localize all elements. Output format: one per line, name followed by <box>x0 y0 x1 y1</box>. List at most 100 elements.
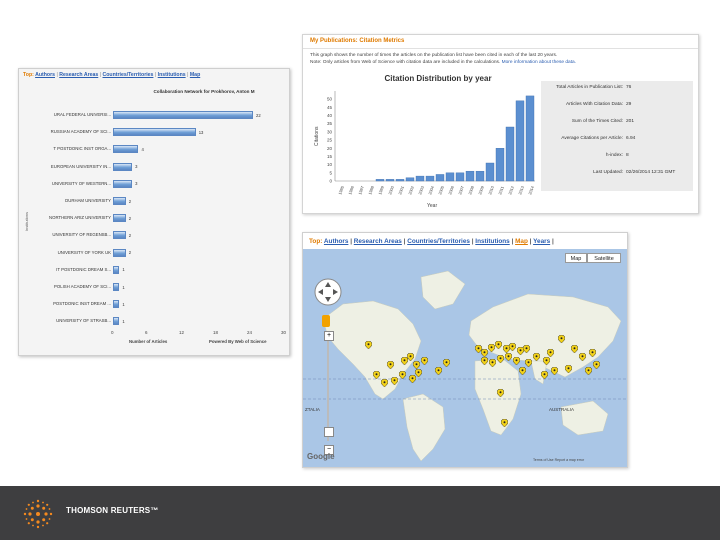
map-marker-pin-icon[interactable] <box>409 375 416 383</box>
map-nav-institutions[interactable]: Institutions <box>475 238 509 245</box>
citation-bar[interactable] <box>385 179 395 182</box>
citation-bar[interactable] <box>515 100 525 182</box>
citation-stat-row: Total Articles in Publication List: 76 <box>541 83 693 95</box>
collab-bar[interactable] <box>113 179 133 188</box>
collab-nav-map[interactable]: Map <box>190 72 200 78</box>
citation-bar[interactable] <box>425 175 435 182</box>
citation-bar[interactable] <box>485 162 495 182</box>
map-marker-pin-icon[interactable] <box>589 349 596 357</box>
collab-bar-value: 1 <box>122 318 125 324</box>
map-marker-pin-icon[interactable] <box>593 361 600 369</box>
map-nav-countries[interactable]: Countries/Territories <box>407 238 470 245</box>
map-marker-pin-icon[interactable] <box>547 349 554 357</box>
map-marker-pin-icon[interactable] <box>407 353 414 361</box>
collab-bar[interactable] <box>113 128 196 137</box>
citation-bar[interactable] <box>445 172 455 182</box>
map-marker-pin-icon[interactable] <box>501 419 508 427</box>
citation-stat-value: 6.94 <box>626 136 636 141</box>
map-marker-pin-icon[interactable] <box>489 359 496 367</box>
collab-bar[interactable] <box>113 283 120 291</box>
citation-more-info-link[interactable]: More information about these data. <box>502 60 576 65</box>
map-marker-pin-icon[interactable] <box>519 367 526 375</box>
map-marker-pin-icon[interactable] <box>488 344 495 352</box>
map-marker-pin-icon[interactable] <box>541 371 548 379</box>
zoom-slider-handle[interactable] <box>324 427 334 437</box>
map-marker-pin-icon[interactable] <box>481 349 488 357</box>
map-marker-pin-icon[interactable] <box>565 365 572 373</box>
map-marker-pin-icon[interactable] <box>399 371 406 379</box>
map-marker-pin-icon[interactable] <box>413 361 420 369</box>
citation-chart-title: Citation Distribution by year <box>384 74 492 83</box>
thomson-reuters-logo-icon <box>23 499 53 529</box>
collab-nav-authors[interactable]: Authors <box>35 72 55 78</box>
map-marker-pin-icon[interactable] <box>373 371 380 379</box>
citation-bar[interactable] <box>465 170 475 182</box>
citation-bar[interactable] <box>495 148 505 182</box>
street-view-pegman-icon[interactable] <box>322 315 330 327</box>
map-marker-pin-icon[interactable] <box>579 353 586 361</box>
map-marker-pin-icon[interactable] <box>415 369 422 377</box>
map-marker-pin-icon[interactable] <box>533 353 540 361</box>
map-marker-pin-icon[interactable] <box>558 335 565 343</box>
zoom-slider-track[interactable] <box>327 341 329 441</box>
map-attribution[interactable]: Terms of Use Report a map error <box>533 458 584 462</box>
map-marker-pin-icon[interactable] <box>421 357 428 365</box>
collab-bar[interactable] <box>113 162 133 171</box>
collab-bar[interactable] <box>113 300 120 309</box>
map-marker-pin-icon[interactable] <box>505 353 512 361</box>
world-map[interactable]: + − Map Satellite AUSTRALIA ZTALIA Googl… <box>303 249 627 467</box>
collab-bar[interactable] <box>113 214 126 223</box>
map-marker-pin-icon[interactable] <box>497 389 504 397</box>
map-nav-years[interactable]: Years <box>533 238 550 245</box>
collab-bar[interactable] <box>113 248 126 257</box>
collab-bar[interactable] <box>113 197 126 205</box>
citation-bar[interactable] <box>455 172 465 182</box>
citation-bar[interactable] <box>475 170 485 182</box>
map-nav-research-areas[interactable]: Research Areas <box>354 238 402 245</box>
collab-bar-label: UNIVERSITY OF YORK UK <box>57 249 111 255</box>
collab-bar[interactable] <box>113 265 120 274</box>
collab-nav-institutions[interactable]: Institutions <box>158 72 186 78</box>
map-marker-pin-icon[interactable] <box>387 361 394 369</box>
map-marker-pin-icon[interactable] <box>391 377 398 385</box>
citation-bar[interactable] <box>405 177 415 182</box>
citation-bar[interactable] <box>435 174 445 182</box>
map-marker-pin-icon[interactable] <box>513 357 520 365</box>
map-nav-authors[interactable]: Authors <box>324 238 349 245</box>
map-marker-pin-icon[interactable] <box>481 357 488 365</box>
citation-bar[interactable] <box>395 179 405 182</box>
map-marker-pin-icon[interactable] <box>435 367 442 375</box>
collab-nav-countries[interactable]: Countries/Territories <box>103 72 154 78</box>
collab-bar[interactable] <box>113 231 126 240</box>
map-marker-pin-icon[interactable] <box>495 341 502 349</box>
zoom-in-button[interactable]: + <box>324 331 334 341</box>
pan-control[interactable] <box>313 277 343 307</box>
map-marker-pin-icon[interactable] <box>543 357 550 365</box>
map-marker-pin-icon[interactable] <box>365 341 372 349</box>
citation-bar[interactable] <box>505 126 515 182</box>
map-nav-map-current[interactable]: Map <box>515 238 528 245</box>
collab-bar[interactable] <box>113 111 253 119</box>
citation-bar[interactable] <box>525 95 535 182</box>
collab-nav-prefix: Top: <box>23 72 34 78</box>
citation-bar[interactable] <box>375 179 385 182</box>
map-marker-pin-icon[interactable] <box>571 345 578 353</box>
map-marker-pin-icon[interactable] <box>381 379 388 387</box>
collab-bar[interactable] <box>113 317 120 326</box>
citation-bar[interactable] <box>415 175 425 182</box>
map-marker-pin-icon[interactable] <box>523 345 530 353</box>
citation-x-tick: 2012 <box>507 185 515 196</box>
citation-header-title: My Publications: Citation Metrics <box>310 38 405 44</box>
citation-stat-row: Last Updated: 02/26/2014 12:31 GMT <box>541 168 693 180</box>
map-marker-pin-icon[interactable] <box>551 367 558 375</box>
citation-x-tick: 2006 <box>447 185 455 196</box>
map-type-satellite-button[interactable]: Satellite <box>587 253 621 263</box>
collab-bar[interactable] <box>113 145 139 154</box>
map-marker-pin-icon[interactable] <box>443 359 450 367</box>
map-marker-pin-icon[interactable] <box>525 359 532 367</box>
map-marker-pin-icon[interactable] <box>585 367 592 375</box>
map-marker-pin-icon[interactable] <box>509 343 516 351</box>
map-type-map-button[interactable]: Map <box>565 253 587 263</box>
map-marker-pin-icon[interactable] <box>497 355 504 363</box>
collab-nav-research-areas[interactable]: Research Areas <box>59 72 98 78</box>
